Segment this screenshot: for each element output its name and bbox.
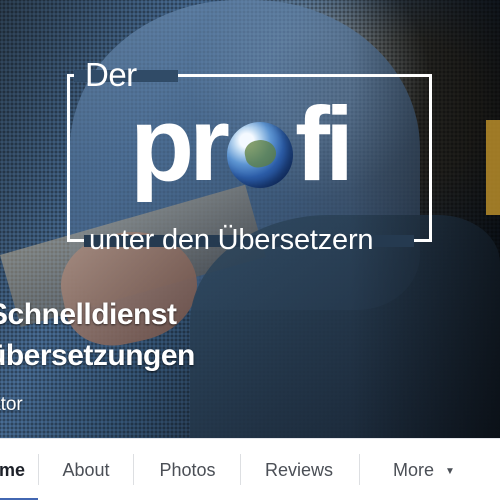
tab-reviews[interactable]: Reviews [254, 439, 344, 500]
page-category: ator [0, 394, 23, 415]
page-tab-bar: me About Photos Reviews More ▼ [0, 438, 500, 500]
tab-more[interactable]: More ▼ [374, 439, 474, 500]
page-title-line: Schnelldienst [0, 298, 177, 331]
page-title-line: übersetzungen [0, 339, 195, 372]
globe-icon [227, 122, 293, 188]
logo-main-word: pr fi [130, 92, 354, 197]
logo-word-suffix: fi [295, 86, 354, 203]
logo-word-prefix: pr [130, 86, 230, 203]
tab-more-label: More [393, 460, 435, 480]
dropdown-caret-icon: ▼ [445, 466, 455, 477]
page-title[interactable]: Schnelldienst übersetzungen [0, 294, 195, 376]
tab-divider [133, 454, 134, 485]
tab-divider [240, 454, 241, 485]
tab-home[interactable]: me [0, 439, 38, 500]
cover-background-accent [486, 120, 500, 215]
tab-divider [38, 454, 39, 485]
facebook-page-header: Der pr fi unter den Übersetzern Schnelldi… [0, 0, 500, 500]
cover-photo: Der pr fi unter den Übersetzern Schnelldi… [0, 0, 500, 438]
tab-photos[interactable]: Photos [150, 439, 225, 500]
tab-about[interactable]: About [50, 439, 122, 500]
tab-divider [359, 454, 360, 485]
logo-top-text: Der [85, 56, 137, 93]
logo-bottom-text: unter den Übersetzern [89, 224, 374, 256]
